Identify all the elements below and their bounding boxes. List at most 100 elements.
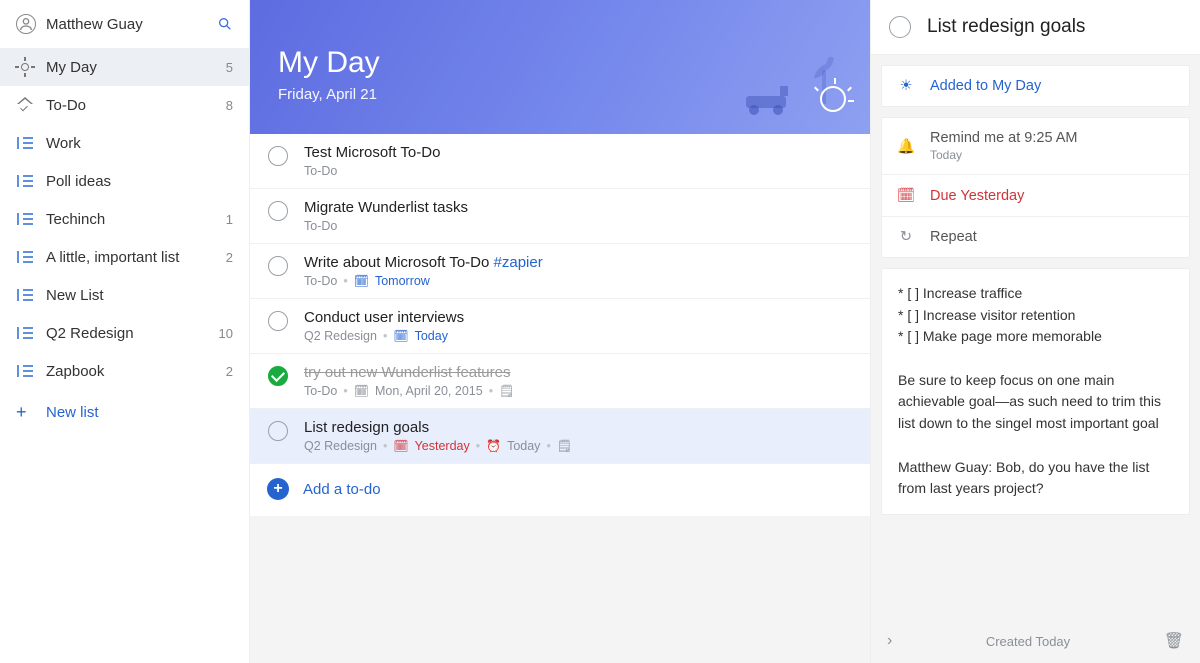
user-avatar-icon[interactable] (16, 14, 36, 34)
note-icon: 🗒 (499, 384, 514, 398)
list-icon (16, 134, 34, 152)
user-name[interactable]: Matthew Guay (46, 16, 217, 33)
sidebar-item-poll-ideas[interactable]: Poll ideas (0, 162, 249, 200)
sidebar-item-work[interactable]: Work (0, 124, 249, 162)
plus-icon: + (16, 402, 34, 423)
sidebar-item-count: 8 (226, 98, 233, 113)
sidebar-item-label: Techinch (46, 211, 226, 228)
task-due: Today (415, 329, 448, 343)
task-checkbox[interactable] (889, 16, 911, 38)
search-icon[interactable] (217, 16, 233, 32)
due-date-row[interactable]: 🗓 Due Yesterday (882, 175, 1189, 217)
hero-banner: My Day Friday, April 21 (250, 0, 870, 134)
plus-circle-icon: + (267, 478, 289, 500)
added-to-my-day-button[interactable]: ☀ Added to My Day (882, 66, 1189, 106)
new-list-button[interactable]: + New list (0, 390, 249, 435)
list-icon (16, 324, 34, 342)
detail-footer: › Created Today 🗑 (871, 621, 1200, 663)
task-checkbox[interactable] (268, 366, 288, 386)
note-icon: 🗒 (557, 439, 572, 453)
sidebar-item-new-list[interactable]: New List (0, 276, 249, 314)
list-icon (16, 172, 34, 190)
sidebar-item-label: Q2 Redesign (46, 325, 219, 342)
task-row[interactable]: try out new Wunderlist features To-Do • … (250, 354, 870, 409)
add-task-button[interactable]: + Add a to-do (250, 464, 870, 516)
sidebar-item-q2-redesign[interactable]: Q2 Redesign 10 (0, 314, 249, 352)
task-row[interactable]: List redesign goals Q2 Redesign • 🗓 Yest… (250, 409, 870, 464)
sidebar: Matthew Guay My Day 5 To-Do 8 Work Poll … (0, 0, 250, 663)
suggestions-icon[interactable] (820, 86, 846, 112)
task-row[interactable]: Test Microsoft To-Do To-Do (250, 134, 870, 189)
calendar-icon: 🗓 (354, 384, 369, 398)
sidebar-item-my-day[interactable]: My Day 5 (0, 48, 249, 86)
task-row[interactable]: Migrate Wunderlist tasks To-Do (250, 189, 870, 244)
detail-panel: List redesign goals ☀ Added to My Day 🔔 … (870, 0, 1200, 663)
sun-icon: ☀ (896, 78, 916, 94)
sidebar-header: Matthew Guay (0, 4, 249, 48)
task-list-name: To-Do (304, 384, 337, 398)
task-checkbox[interactable] (268, 311, 288, 331)
add-task-label: Add a to-do (303, 481, 381, 498)
task-title: try out new Wunderlist features (304, 364, 850, 381)
task-list-name: To-Do (304, 219, 337, 233)
sidebar-item-count: 2 (226, 364, 233, 379)
sidebar-item-label: A little, important list (46, 249, 226, 266)
reminder-icon: ⏰ (486, 439, 501, 453)
repeat-row[interactable]: ↻ Repeat (882, 217, 1189, 257)
task-list: Test Microsoft To-Do To-Do Migrate Wunde… (250, 134, 870, 516)
reminder-row[interactable]: 🔔 Remind me at 9:25 AM Today (882, 118, 1189, 175)
task-title: List redesign goals (304, 419, 850, 436)
sidebar-item-label: To-Do (46, 97, 226, 114)
notes-area[interactable]: * [ ] Increase traffice * [ ] Increase v… (881, 268, 1190, 515)
sidebar-item-label: Zapbook (46, 363, 226, 380)
list-icon (16, 248, 34, 266)
task-checkbox[interactable] (268, 146, 288, 166)
detail-title[interactable]: List redesign goals (927, 16, 1085, 38)
created-label: Created Today (892, 634, 1163, 649)
task-hashtag[interactable]: #zapier (494, 254, 543, 271)
sidebar-item-zapbook[interactable]: Zapbook 2 (0, 352, 249, 390)
task-list-name: Q2 Redesign (304, 329, 377, 343)
list-icon (16, 362, 34, 380)
task-row[interactable]: Write about Microsoft To-Do #zapier To-D… (250, 244, 870, 299)
reminder-sub: Today (930, 148, 1078, 162)
reminder-label: Remind me at 9:25 AM (930, 130, 1078, 146)
delete-icon[interactable]: 🗑 (1164, 631, 1184, 651)
repeat-label: Repeat (930, 229, 977, 245)
calendar-icon: 🗓 (354, 274, 369, 288)
added-label: Added to My Day (930, 78, 1041, 94)
sidebar-item-count: 10 (219, 326, 233, 341)
sidebar-item-important[interactable]: A little, important list 2 (0, 238, 249, 276)
sidebar-item-label: New List (46, 287, 233, 304)
task-list-name: Q2 Redesign (304, 439, 377, 453)
hero-illustration (736, 44, 856, 124)
bell-icon: 🔔 (896, 138, 916, 155)
home-check-icon (16, 96, 34, 114)
task-checkbox[interactable] (268, 421, 288, 441)
sidebar-item-label: Work (46, 135, 233, 152)
task-due: Tomorrow (375, 274, 430, 288)
sun-icon (16, 58, 34, 76)
detail-header: List redesign goals (871, 0, 1200, 55)
due-label: Due Yesterday (930, 188, 1024, 204)
new-list-label: New list (46, 404, 99, 421)
calendar-icon: 🗓 (393, 439, 408, 453)
sidebar-item-count: 5 (226, 60, 233, 75)
task-due: Yesterday (415, 439, 470, 453)
sidebar-item-techinch[interactable]: Techinch 1 (0, 200, 249, 238)
sidebar-item-count: 2 (226, 250, 233, 265)
list-icon (16, 286, 34, 304)
task-reminder: Today (507, 439, 540, 453)
sidebar-item-label: My Day (46, 59, 226, 76)
task-date: Mon, April 20, 2015 (375, 384, 483, 398)
task-row[interactable]: Conduct user interviews Q2 Redesign • 🗓 … (250, 299, 870, 354)
sidebar-item-todo[interactable]: To-Do 8 (0, 86, 249, 124)
task-title: Write about Microsoft To-Do #zapier (304, 254, 850, 271)
calendar-icon: 🗓 (896, 187, 916, 204)
task-checkbox[interactable] (268, 201, 288, 221)
calendar-icon: 🗓 (393, 329, 408, 343)
sidebar-item-label: Poll ideas (46, 173, 233, 190)
task-checkbox[interactable] (268, 256, 288, 276)
task-title: Migrate Wunderlist tasks (304, 199, 850, 216)
list-icon (16, 210, 34, 228)
